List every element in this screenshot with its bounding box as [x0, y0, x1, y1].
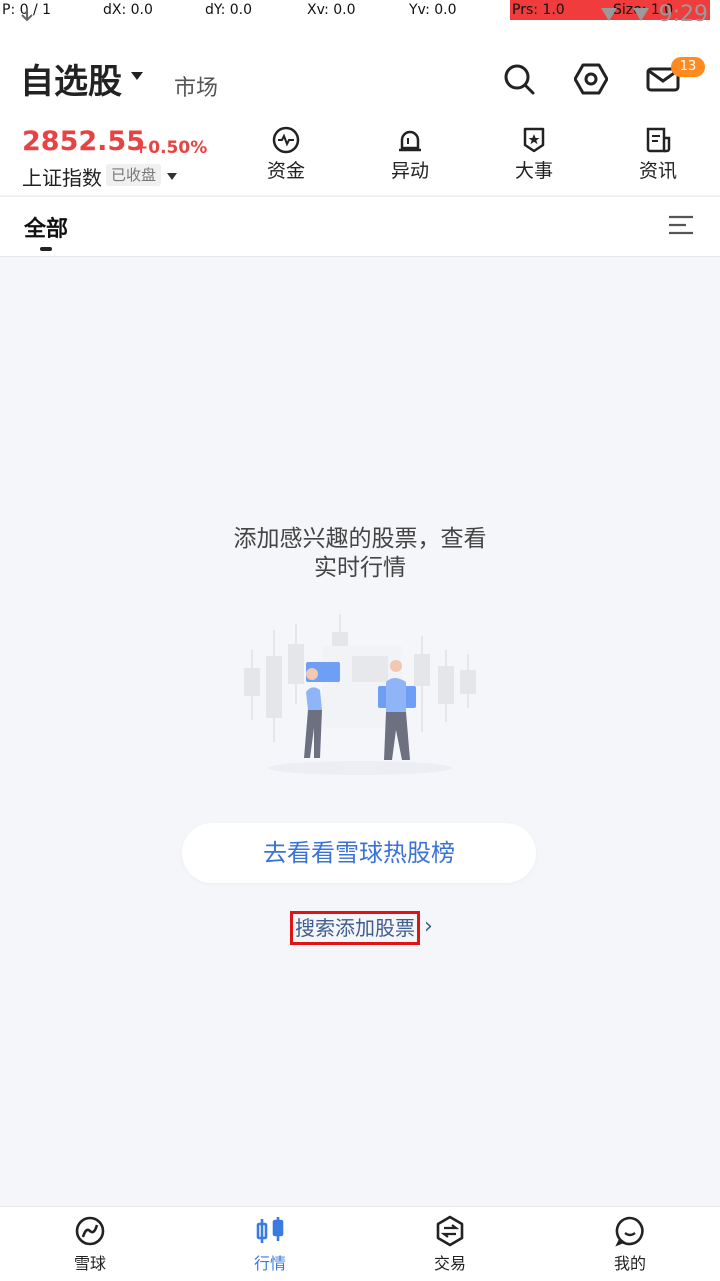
quick-link-label: 资讯	[638, 160, 677, 182]
search-icon[interactable]	[502, 62, 536, 96]
group-menu-icon[interactable]	[668, 214, 694, 236]
quick-link-movers[interactable]: 异动	[365, 126, 455, 183]
tab-active-indicator	[40, 247, 52, 251]
snowball-icon	[75, 1216, 105, 1246]
index-dropdown-icon[interactable]	[167, 173, 177, 180]
tab-all[interactable]: 全部	[24, 211, 68, 243]
nav-label: 交易	[433, 1254, 466, 1273]
pressure: Prs: 1.0	[512, 2, 565, 18]
nav-label: 雪球	[73, 1254, 106, 1273]
tab-market[interactable]: 市场	[174, 70, 218, 102]
bottom-navigation: 雪球 行情 交易 我的	[0, 1206, 720, 1281]
nav-item-trade[interactable]: 交易	[390, 1215, 510, 1274]
profile-icon	[615, 1216, 644, 1247]
delta-x: dX: 0.0	[103, 2, 153, 18]
star-shield-icon	[523, 127, 545, 153]
quick-link-events[interactable]: 大事	[489, 126, 579, 183]
quick-link-label: 大事	[514, 160, 553, 182]
title-dropdown-icon[interactable]	[131, 72, 143, 80]
index-name[interactable]: 上证指数	[22, 162, 102, 191]
alarm-icon	[399, 130, 421, 152]
header: 自选股 市场 13 2852.55 +0.50% 上证指数 已收盘 资金 异动	[0, 22, 720, 195]
search-add-stock-label[interactable]: 搜索添加股票	[290, 911, 420, 945]
nav-label: 我的	[613, 1254, 646, 1273]
status-bar: P: 0 / 1 dX: 0.0 dY: 0.0 Xv: 0.0 Yv: 0.0…	[0, 0, 720, 27]
quick-link-label: 异动	[390, 160, 429, 182]
quick-link-news[interactable]: 资讯	[613, 126, 703, 183]
empty-state-line1: 添加感兴趣的股票，查看	[233, 526, 487, 552]
chevron-right-icon: ›	[424, 914, 433, 939]
quick-link-funds[interactable]: 资金	[241, 126, 331, 183]
signal-icon	[633, 8, 649, 21]
nav-item-profile[interactable]: 我的	[570, 1215, 690, 1274]
pulse-icon	[272, 126, 300, 154]
group-tabbar: 全部	[0, 196, 720, 257]
index-value[interactable]: 2852.55	[22, 126, 145, 157]
mail-badge: 13	[671, 57, 705, 77]
settings-icon[interactable]	[574, 62, 608, 96]
nav-item-market[interactable]: 行情	[210, 1215, 330, 1274]
candlestick-icon	[256, 1217, 284, 1243]
page-title[interactable]: 自选股	[20, 54, 122, 103]
empty-state-message: 添加感兴趣的股票，查看 实时行情	[0, 525, 720, 583]
nav-item-snowball[interactable]: 雪球	[30, 1215, 150, 1274]
quick-link-label: 资金	[266, 160, 305, 182]
index-change: +0.50%	[134, 138, 208, 158]
empty-watchlist-illustration	[244, 614, 476, 775]
nav-label: 行情	[253, 1254, 286, 1273]
delta-y: dY: 0.0	[205, 2, 253, 18]
trade-icon	[436, 1215, 464, 1247]
news-icon	[646, 127, 671, 153]
wifi-icon	[601, 8, 617, 21]
search-add-stock-link[interactable]: 搜索添加股票 ›	[290, 911, 433, 945]
market-status-badge: 已收盘	[106, 164, 162, 186]
velocity-y: Yv: 0.0	[409, 2, 457, 18]
velocity-x: Xv: 0.0	[307, 2, 356, 18]
hot-stocks-button[interactable]: 去看看雪球热股榜	[182, 823, 536, 883]
empty-state-line2: 实时行情	[314, 555, 406, 581]
